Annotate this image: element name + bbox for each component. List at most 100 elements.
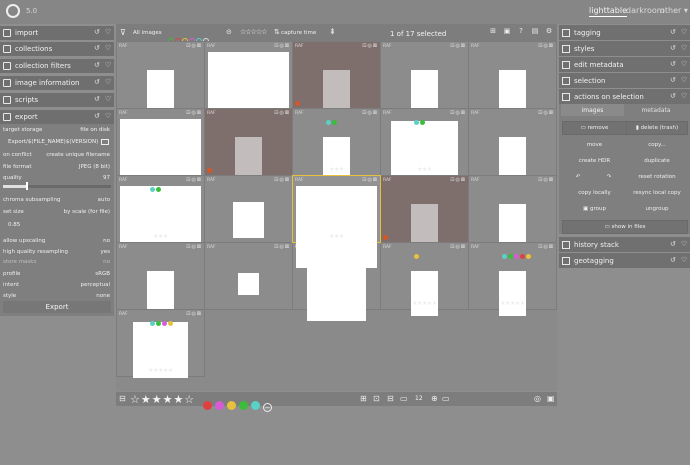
- reset-icon[interactable]: ↺: [94, 112, 100, 120]
- tab-lighttable[interactable]: lighttable: [589, 6, 627, 17]
- sort-arrows-icon[interactable]: ⇅: [274, 28, 280, 36]
- quality-slider-knob[interactable]: [26, 182, 28, 190]
- module-scripts[interactable]: scripts ↺ ♡: [0, 93, 114, 107]
- group-button[interactable]: ▣ group: [563, 203, 626, 215]
- module-edit-metadata[interactable]: edit metadata ↺ ♡: [559, 57, 690, 72]
- reset-icon[interactable]: ↺: [670, 28, 676, 36]
- settings-gear-icon[interactable]: ⚙: [544, 27, 554, 37]
- zoom-icon[interactable]: ⊕: [431, 394, 438, 403]
- profile-select[interactable]: sRGB: [95, 271, 110, 277]
- delete-button[interactable]: ▮ delete (trash): [626, 121, 688, 135]
- rotate-ccw-button[interactable]: ↶: [563, 171, 593, 183]
- star-rating[interactable]: ★★★: [117, 233, 204, 240]
- thumbnail[interactable]: RAF ⊡◎⊠: [116, 108, 205, 201]
- remove-button[interactable]: ▭ remove: [562, 121, 627, 135]
- reset-icon[interactable]: ↺: [94, 95, 100, 103]
- module-actions-on-selection[interactable]: actions on selection ↺ ♡: [559, 89, 690, 104]
- ungroup-button[interactable]: ungroup: [627, 203, 687, 215]
- thumbnail[interactable]: RAF ⊡◎⊠ ★★★★★: [116, 309, 205, 378]
- module-geotagging[interactable]: geotagging ↺ ♡: [559, 253, 690, 268]
- culling-icon[interactable]: ▣: [502, 27, 512, 37]
- thumbnail[interactable]: RAF ⊡◎⊠ ★★★: [116, 175, 205, 268]
- reset-rotation-button[interactable]: reset rotation: [627, 171, 687, 183]
- upscaling-row[interactable]: allow upscaling no: [3, 237, 111, 246]
- reset-icon[interactable]: ↺: [670, 92, 676, 100]
- thumbnail[interactable]: RAF ⊡◎⊠: [116, 242, 205, 316]
- folder-icon[interactable]: [101, 139, 109, 145]
- upscaling-select[interactable]: no: [103, 238, 110, 244]
- thumbnail[interactable]: RAF ⊡◎⊠ ★★★: [380, 108, 469, 189]
- style-select[interactable]: none: [96, 293, 110, 299]
- reset-icon[interactable]: ↺: [94, 78, 100, 86]
- on-conflict-select[interactable]: create unique filename: [46, 152, 110, 158]
- style-row[interactable]: style none: [3, 292, 111, 301]
- overlay-icon[interactable]: ▭: [442, 394, 450, 403]
- help-icon[interactable]: ?: [516, 27, 526, 37]
- target-storage-select[interactable]: file on disk: [80, 127, 110, 133]
- thumbnail[interactable]: RAF ⊡◎⊠: [292, 41, 381, 115]
- thumbnail[interactable]: RAF ⊡◎⊠: [468, 108, 557, 182]
- file-format-select[interactable]: JPEG (8 bit): [79, 164, 110, 170]
- quality-row[interactable]: quality 97: [3, 174, 111, 183]
- preset-icon[interactable]: ♡: [105, 95, 111, 103]
- layout-icon[interactable]: ⊞: [488, 27, 498, 37]
- thumbnail[interactable]: RAF ⊡◎⊠ ★★★: [292, 175, 381, 268]
- module-collection-filters[interactable]: collection filters ↺ ♡: [0, 59, 114, 73]
- star-rating[interactable]: ★★★★★: [381, 300, 468, 307]
- tab-images[interactable]: images: [561, 104, 624, 116]
- on-conflict-row[interactable]: on conflict create unique filename: [3, 151, 111, 160]
- chroma-select[interactable]: auto: [98, 197, 110, 203]
- thumbnail[interactable]: RAF ⊡◎⊠: [204, 175, 293, 243]
- reset-icon[interactable]: ↺: [670, 76, 676, 84]
- reset-icon[interactable]: ↺: [94, 28, 100, 36]
- preset-icon[interactable]: ♡: [681, 28, 687, 36]
- profile-row[interactable]: profile sRGB: [3, 270, 111, 279]
- sort-order-icon[interactable]: ⇟: [329, 27, 336, 36]
- rating-buttons[interactable]: ☆★★★★☆: [130, 393, 195, 406]
- set-size-select[interactable]: by scale (for file): [64, 209, 110, 215]
- thumbnail[interactable]: RAF ⊡◎⊠: [204, 41, 293, 134]
- hq-select[interactable]: yes: [100, 249, 110, 255]
- show-in-files-button[interactable]: ▭ show in files: [562, 220, 688, 234]
- reset-icon[interactable]: ↺: [670, 60, 676, 68]
- thumbnail[interactable]: RAF ⊡◎⊠: [468, 175, 557, 249]
- preset-icon[interactable]: ♡: [681, 256, 687, 264]
- preset-icon[interactable]: ♡: [105, 44, 111, 52]
- thumbnails-per-row-input[interactable]: 12: [415, 395, 428, 404]
- color-label-button[interactable]: [239, 401, 248, 410]
- chroma-row[interactable]: chroma subsampling auto: [3, 196, 111, 205]
- star-rating[interactable]: ★★★: [381, 166, 468, 173]
- intent-select[interactable]: perceptual: [81, 282, 110, 288]
- move-button[interactable]: move: [563, 139, 626, 151]
- rotate-cw-button[interactable]: ↷: [594, 171, 624, 183]
- shortcuts-icon[interactable]: ▤: [530, 27, 540, 37]
- reject-filter-icon[interactable]: ⊝: [226, 28, 232, 36]
- module-export[interactable]: export ↺ ♡: [0, 110, 114, 124]
- module-history-stack[interactable]: history stack ↺ ♡: [559, 237, 690, 252]
- sort-select[interactable]: capture time: [281, 30, 316, 36]
- module-selection[interactable]: selection ↺ ♡: [559, 73, 690, 88]
- module-image-information[interactable]: image information ↺ ♡: [0, 76, 114, 90]
- preset-icon[interactable]: ♡: [105, 112, 111, 120]
- color-label-button[interactable]: [215, 401, 224, 410]
- filemanager-layout-icon[interactable]: ⊞: [360, 394, 367, 403]
- preset-icon[interactable]: ♡: [681, 76, 687, 84]
- preset-icon[interactable]: ♡: [105, 28, 111, 36]
- culling-layout-icon[interactable]: ⊟: [387, 394, 394, 403]
- clear-labels-icon[interactable]: −: [263, 403, 272, 412]
- module-styles[interactable]: styles ↺ ♡: [559, 41, 690, 56]
- zoomable-layout-icon[interactable]: ⊡: [373, 394, 380, 403]
- reject-button-icon[interactable]: ⊟: [119, 394, 126, 403]
- scale-input[interactable]: 0.85: [8, 222, 116, 231]
- filter-icon[interactable]: ⊽: [120, 28, 126, 37]
- thumbnail[interactable]: RAF ⊡◎⊠ ★★★: [292, 108, 381, 182]
- preset-icon[interactable]: ♡: [681, 60, 687, 68]
- create-hdr-button[interactable]: create HDR: [563, 155, 626, 167]
- star-rating[interactable]: ★★★★★: [117, 367, 204, 374]
- thumbnail[interactable]: RAF ⊡◎⊠: [204, 108, 293, 182]
- copy-locally-button[interactable]: copy locally: [563, 187, 626, 199]
- reset-icon[interactable]: ↺: [670, 44, 676, 52]
- thumbnail[interactable]: RAF ⊡◎⊠: [468, 41, 557, 115]
- preview-layout-icon[interactable]: ▭: [400, 394, 408, 403]
- color-label-button[interactable]: [203, 401, 212, 410]
